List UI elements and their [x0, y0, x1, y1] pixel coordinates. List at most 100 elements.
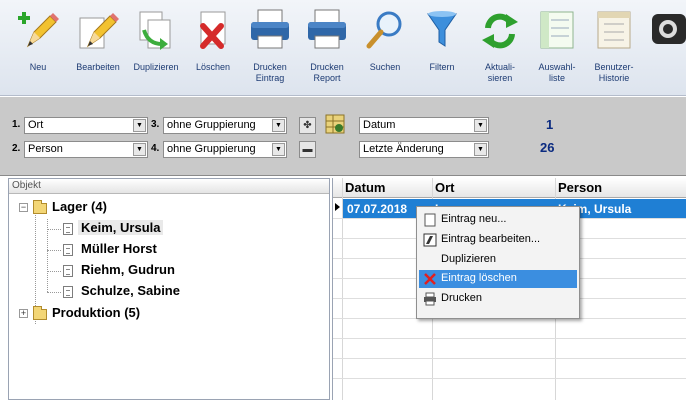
group-level-number: 4.: [151, 143, 160, 154]
document-icon: [63, 286, 73, 298]
edit-button[interactable]: Bearbeiten: [70, 4, 126, 92]
menu-item-new-entry[interactable]: Eintrag neu...: [419, 211, 577, 229]
tree-connector: [47, 250, 61, 251]
chevron-down-icon[interactable]: ▼: [133, 143, 146, 156]
history-icon: [597, 11, 631, 49]
menu-item-label: Duplizieren: [441, 253, 497, 265]
menu-item-label: Eintrag löschen: [441, 272, 517, 284]
document-icon: [63, 265, 73, 277]
cell-datum: 07.07.2018: [347, 202, 408, 216]
toolbar-label: Aktuali- sieren: [484, 62, 515, 83]
object-tree[interactable]: Objekt − Lager (4) Keim, Ursula Müller H…: [8, 178, 330, 400]
expand-toggle[interactable]: +: [19, 309, 28, 318]
menu-item-duplicate[interactable]: Duplizieren: [419, 251, 577, 269]
menu-item-edit-entry[interactable]: Eintrag bearbeiten...: [419, 231, 577, 249]
document-icon: [63, 244, 73, 256]
toolbar-label: Suchen: [369, 62, 401, 72]
menu-item-label: Eintrag bearbeiten...: [441, 233, 541, 245]
group-field-2-select[interactable]: Person ▼: [24, 141, 148, 158]
new-pencil-icon: [18, 12, 59, 48]
toolbar-label: Bearbeiten: [76, 62, 120, 72]
refresh-icon: [482, 13, 518, 49]
tree-item[interactable]: Müller Horst: [81, 241, 157, 256]
sort-field-select[interactable]: Datum ▼: [359, 117, 489, 134]
expand-button[interactable]: ✤: [299, 117, 316, 134]
row-divider: [333, 378, 686, 379]
select-value: Person: [28, 143, 63, 155]
delete-icon: [200, 11, 226, 49]
toolbar: Neu Bearbeiten Duplizieren Löschen Druck…: [0, 0, 686, 96]
select-value: ohne Gruppierung: [167, 143, 256, 155]
refresh-button[interactable]: Aktuali- sieren: [472, 4, 528, 92]
toolbar-label: Filtern: [429, 62, 455, 72]
user-history-button[interactable]: Benutzer- Historie: [586, 4, 642, 92]
folder-icon: [33, 306, 47, 320]
group-field-3-select[interactable]: ohne Gruppierung ▼: [163, 117, 287, 134]
print-report-button[interactable]: Drucken Report: [299, 4, 355, 92]
chevron-down-icon[interactable]: ▼: [272, 143, 285, 156]
chevron-down-icon[interactable]: ▼: [474, 143, 487, 156]
print-entry-button[interactable]: Drucken Eintrag: [242, 4, 298, 92]
context-menu: Eintrag neu... Eintrag bearbeiten... Dup…: [416, 206, 580, 319]
printer-icon: [308, 9, 346, 49]
collapse-button[interactable]: ▬: [299, 141, 316, 158]
toolbar-label: Auswahl- liste: [538, 62, 576, 83]
duplicate-button[interactable]: Duplizieren: [128, 4, 184, 92]
grid-settings-icon[interactable]: [324, 113, 346, 135]
grouping-panel: 1. Ort ▼ 3. ohne Gruppierung ▼ ✤ Datum ▼…: [0, 97, 686, 176]
tree-item[interactable]: Riehm, Gudrun: [81, 262, 175, 277]
sort-order-select[interactable]: Letzte Änderung ▼: [359, 141, 489, 158]
tree-connector: [47, 292, 61, 293]
column-header-ort[interactable]: Ort: [435, 180, 455, 195]
toolbar-label: Drucken Report: [310, 62, 344, 83]
selection-list-button[interactable]: Auswahl- liste: [529, 4, 585, 92]
tree-connector: [47, 271, 61, 272]
menu-item-label: Eintrag neu...: [441, 213, 507, 225]
toolbar-label: Benutzer- Historie: [594, 62, 634, 83]
record-count: 1: [546, 117, 554, 132]
toolbar-label: Löschen: [195, 62, 231, 72]
group-field-4-select[interactable]: ohne Gruppierung ▼: [163, 141, 287, 158]
delete-x-icon: [424, 273, 436, 285]
column-header-person[interactable]: Person: [558, 180, 602, 195]
menu-item-print[interactable]: Drucken: [419, 290, 577, 308]
list-icon: [540, 11, 574, 49]
tree-connector: [47, 229, 61, 230]
collapse-toggle[interactable]: −: [19, 203, 28, 212]
table-header: [333, 178, 686, 198]
document-icon: [63, 223, 73, 235]
print-icon: [424, 292, 436, 306]
toolbar-label: Drucken Eintrag: [253, 62, 287, 83]
group-field-1-select[interactable]: Ort ▼: [24, 117, 148, 134]
chevron-down-icon[interactable]: ▼: [133, 119, 146, 132]
toolbar-label: Duplizieren: [133, 62, 179, 72]
column-header-datum[interactable]: Datum: [345, 180, 385, 195]
chevron-down-icon[interactable]: ▼: [272, 119, 285, 132]
filter-button[interactable]: Filtern: [414, 4, 470, 92]
tree-group-lager[interactable]: Lager (4): [52, 199, 107, 214]
funnel-icon: [427, 11, 457, 47]
magnifier-icon: [366, 11, 402, 49]
chevron-down-icon[interactable]: ▼: [474, 119, 487, 132]
row-pointer-icon: [335, 203, 340, 211]
menu-item-delete-entry[interactable]: Eintrag löschen: [419, 270, 577, 288]
search-button[interactable]: Suchen: [357, 4, 413, 92]
select-value: Ort: [28, 119, 44, 131]
select-value: Letzte Änderung: [363, 143, 444, 155]
tree-item[interactable]: Schulze, Sabine: [81, 283, 180, 298]
new-entry-icon: [424, 213, 436, 227]
menu-item-label: Drucken: [441, 292, 482, 304]
plus-icon: ✤: [303, 120, 312, 131]
camera-icon[interactable]: [650, 8, 686, 48]
select-value: Datum: [363, 119, 396, 131]
tree-group-produktion[interactable]: Produktion (5): [52, 305, 140, 320]
minus-icon: ▬: [302, 144, 313, 155]
group-level-number: 2.: [12, 143, 21, 154]
toolbar-label: Neu: [29, 62, 47, 72]
delete-button[interactable]: Löschen: [185, 4, 241, 92]
new-button[interactable]: Neu: [10, 4, 66, 92]
record-count: 26: [540, 140, 555, 155]
tree-item[interactable]: Keim, Ursula: [78, 220, 164, 235]
select-value: ohne Gruppierung: [167, 119, 256, 131]
printer-icon: [251, 9, 289, 49]
